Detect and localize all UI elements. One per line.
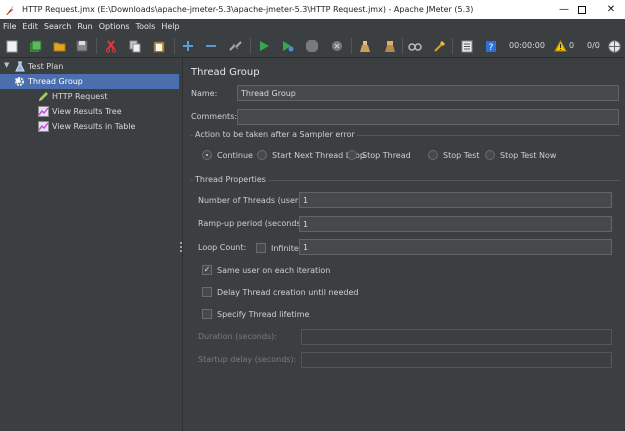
radio-dot[interactable] bbox=[257, 150, 267, 160]
duration-label: Duration (seconds): bbox=[198, 332, 277, 341]
tree-node-label: View Results in Table bbox=[52, 122, 136, 131]
test-plan-icon bbox=[14, 61, 25, 72]
stop-icon[interactable] bbox=[305, 39, 319, 53]
radio-stop-thread[interactable]: Stop Thread bbox=[347, 150, 411, 160]
start-no-pauses-icon[interactable] bbox=[281, 39, 295, 53]
toolbar-separator bbox=[174, 38, 175, 54]
tree-node-http-request[interactable]: HTTP Request bbox=[38, 89, 179, 104]
comments-label: Comments: bbox=[191, 112, 238, 121]
radio-dot[interactable] bbox=[485, 150, 495, 160]
templates-icon[interactable] bbox=[28, 39, 42, 53]
radio-dot[interactable] bbox=[347, 150, 357, 160]
save-icon[interactable] bbox=[75, 39, 89, 53]
clear-all-icon[interactable] bbox=[382, 39, 396, 53]
collapse-toggle-icon[interactable]: ▼ bbox=[15, 77, 20, 85]
toolbar-separator bbox=[452, 38, 453, 54]
radio-stop-test[interactable]: Stop Test bbox=[428, 150, 479, 160]
delay-thread-creation-checkbox[interactable]: Delay Thread creation until needed bbox=[202, 287, 358, 297]
checkbox-box[interactable] bbox=[256, 243, 266, 253]
menu-search[interactable]: Search bbox=[44, 22, 71, 31]
tree-node-label: Test Plan bbox=[28, 62, 64, 71]
tree-node-test-plan[interactable]: Test Plan bbox=[14, 59, 179, 74]
reset-search-icon[interactable] bbox=[432, 39, 446, 53]
window-title: HTTP Request.jmx (E:\Downloads\apache-jm… bbox=[22, 5, 474, 14]
toolbar: ? 00:00:00 0 0/0 bbox=[0, 34, 625, 58]
menu-file[interactable]: File bbox=[3, 22, 16, 31]
warning-icon[interactable] bbox=[553, 39, 567, 53]
graph-icon bbox=[38, 106, 49, 117]
startup-delay-label: Startup delay (seconds): bbox=[198, 355, 297, 364]
menu-options[interactable]: Options bbox=[99, 22, 130, 31]
menu-run[interactable]: Run bbox=[77, 22, 92, 31]
checkbox-box[interactable] bbox=[202, 309, 212, 319]
radio-continue[interactable]: Continue bbox=[202, 150, 253, 160]
jmeter-feather-icon bbox=[4, 4, 16, 16]
thread-count: 0/0 bbox=[587, 41, 600, 50]
cut-icon[interactable] bbox=[104, 39, 118, 53]
tree-node-label: View Results Tree bbox=[52, 107, 122, 116]
loop-count-label: Loop Count: bbox=[198, 243, 247, 252]
toolbar-separator bbox=[402, 38, 403, 54]
comments-field[interactable] bbox=[237, 109, 619, 125]
duration-field bbox=[301, 329, 612, 345]
toggle-icon[interactable] bbox=[228, 39, 242, 53]
startup-delay-field bbox=[301, 352, 612, 368]
tree-node-label: HTTP Request bbox=[52, 92, 108, 101]
sampler-error-legend: Action to be taken after a Sampler error bbox=[193, 130, 357, 139]
remote-icon[interactable] bbox=[607, 39, 621, 53]
menu-edit[interactable]: Edit bbox=[22, 22, 38, 31]
radio-stop-test-now[interactable]: Stop Test Now bbox=[485, 150, 556, 160]
collapse-toggle-icon[interactable]: ▼ bbox=[4, 61, 9, 69]
menu-help[interactable]: Help bbox=[161, 22, 179, 31]
paste-icon[interactable] bbox=[152, 39, 166, 53]
shutdown-icon[interactable] bbox=[330, 39, 344, 53]
toolbar-separator bbox=[250, 38, 251, 54]
threads-field[interactable]: 1 bbox=[299, 192, 612, 208]
function-helper-icon[interactable] bbox=[460, 39, 474, 53]
tree-node-thread-group[interactable]: Thread Group bbox=[0, 74, 179, 89]
tree-node-view-results-table[interactable]: View Results in Table bbox=[38, 119, 179, 134]
menu-tools[interactable]: Tools bbox=[136, 22, 156, 31]
collapse-all-icon[interactable] bbox=[204, 39, 218, 53]
rampup-field[interactable]: 1 bbox=[299, 216, 612, 232]
tree-node-view-results-tree[interactable]: View Results Tree bbox=[38, 104, 179, 119]
threads-label: Number of Threads (users): bbox=[198, 196, 309, 205]
toolbar-separator bbox=[351, 38, 352, 54]
clear-icon[interactable] bbox=[357, 39, 371, 53]
rampup-label: Ramp-up period (seconds): bbox=[198, 219, 307, 228]
maximize-button[interactable] bbox=[566, 0, 598, 19]
title-bar: HTTP Request.jmx (E:\Downloads\apache-jm… bbox=[0, 0, 625, 19]
svg-text:?: ? bbox=[489, 43, 494, 53]
search-icon[interactable] bbox=[408, 39, 422, 53]
radio-dot[interactable] bbox=[428, 150, 438, 160]
loop-count-field[interactable]: 1 bbox=[299, 239, 612, 255]
start-icon[interactable] bbox=[257, 39, 271, 53]
help-icon[interactable]: ? bbox=[484, 39, 498, 53]
name-label: Name: bbox=[191, 89, 218, 98]
name-field[interactable]: Thread Group bbox=[237, 85, 619, 101]
warning-count: 0 bbox=[569, 41, 575, 50]
splitter-grip-icon[interactable] bbox=[180, 242, 182, 252]
tree-node-label: Thread Group bbox=[28, 77, 83, 86]
open-icon[interactable] bbox=[53, 39, 67, 53]
panel-heading: Thread Group bbox=[191, 67, 260, 78]
checkmark-icon[interactable]: ✓ bbox=[202, 265, 212, 275]
infinite-checkbox[interactable]: Infinite bbox=[256, 243, 299, 253]
elapsed-time: 00:00:00 bbox=[509, 41, 545, 50]
copy-icon[interactable] bbox=[128, 39, 142, 53]
pencil-icon bbox=[38, 91, 49, 102]
checkbox-box[interactable] bbox=[202, 287, 212, 297]
expand-all-icon[interactable] bbox=[181, 39, 195, 53]
close-button[interactable]: ✕ bbox=[595, 0, 625, 19]
new-icon[interactable] bbox=[5, 39, 19, 53]
thread-properties-legend: Thread Properties bbox=[193, 175, 268, 184]
toolbar-separator bbox=[96, 38, 97, 54]
specify-lifetime-checkbox[interactable]: Specify Thread lifetime bbox=[202, 309, 309, 319]
radio-dot[interactable] bbox=[202, 150, 212, 160]
menu-bar: File Edit Search Run Options Tools Help bbox=[0, 19, 625, 34]
graph-icon bbox=[38, 121, 49, 132]
same-user-checkbox[interactable]: ✓ Same user on each iteration bbox=[202, 265, 330, 275]
